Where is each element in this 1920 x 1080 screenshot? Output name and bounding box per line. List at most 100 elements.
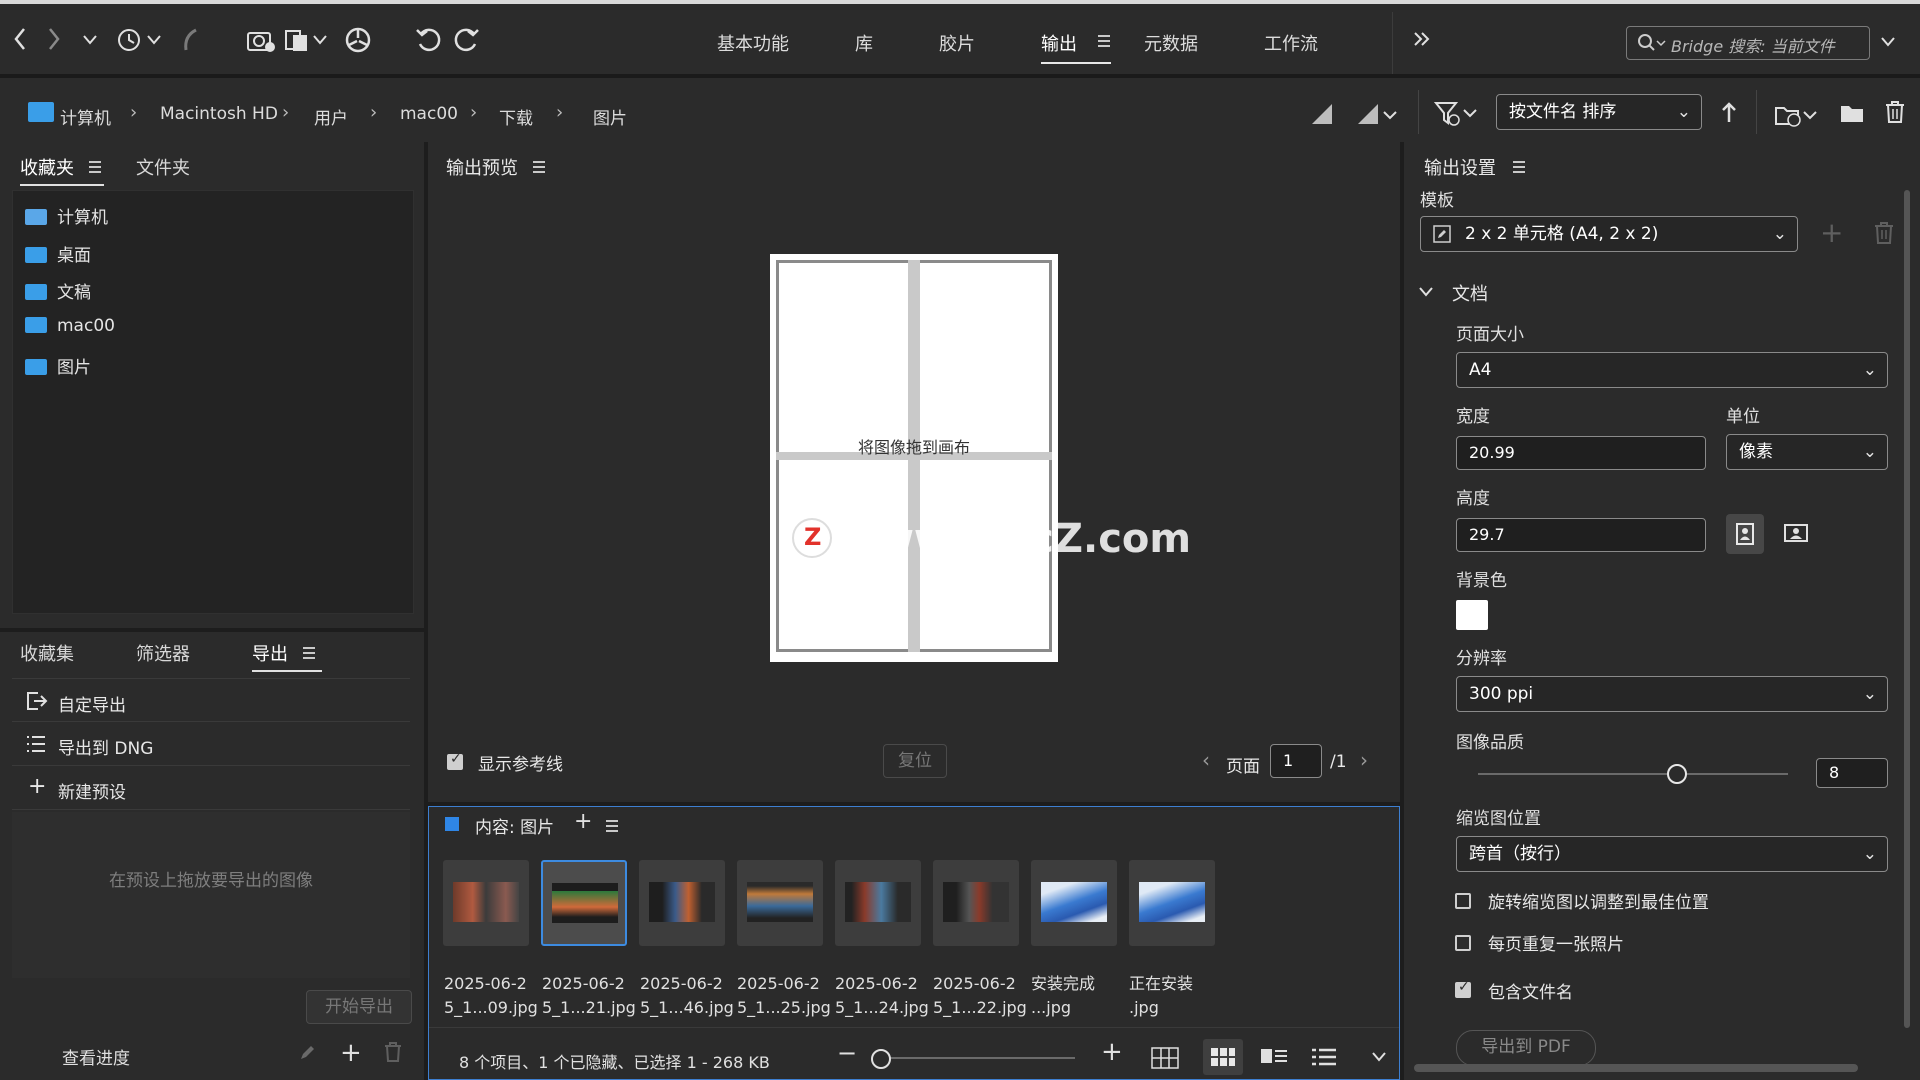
quality-icon[interactable] <box>1310 102 1334 126</box>
tab-filmstrip[interactable]: 胶片 <box>939 30 975 56</box>
tab-workflow[interactable]: 工作流 <box>1264 30 1318 56</box>
thumbnail-label[interactable]: 2025-06-2 5_1...22.jpg <box>933 972 1027 1020</box>
resolution-dropdown[interactable]: 300 ppi ⌄ <box>1456 676 1888 712</box>
favorite-desktop[interactable]: 桌面 <box>25 241 91 266</box>
breadcrumb-pictures[interactable]: 图片 <box>593 104 627 129</box>
thumbnail-label[interactable]: 安装完成 ...jpg <box>1031 972 1123 1020</box>
delete-preset-icon[interactable] <box>384 1042 402 1062</box>
delete-template-icon[interactable] <box>1874 222 1894 244</box>
thumbnail[interactable] <box>835 860 921 946</box>
collapse-section-icon[interactable] <box>1418 286 1434 298</box>
favorite-mac00[interactable]: mac00 <box>25 316 115 336</box>
page-size-dropdown[interactable]: A4 ⌄ <box>1456 352 1888 388</box>
repeat-photo-checkbox[interactable] <box>1455 935 1471 951</box>
background-color-swatch[interactable] <box>1456 600 1488 630</box>
thumbnail-label[interactable]: 2025-06-2 5_1...25.jpg <box>737 972 831 1020</box>
rotate-left-icon[interactable] <box>415 26 443 54</box>
export-item-dng[interactable]: 导出到 DNG <box>12 722 410 766</box>
edit-icon[interactable] <box>298 1044 316 1062</box>
tab-essentials[interactable]: 基本功能 <box>717 30 789 56</box>
grid-cell[interactable] <box>776 260 914 456</box>
landscape-orientation-icon[interactable] <box>1784 524 1808 542</box>
tab-collections[interactable]: 收藏集 <box>20 640 74 666</box>
boomerang-icon[interactable] <box>178 26 202 54</box>
thumbnail-view-button[interactable] <box>1203 1039 1243 1075</box>
search-input[interactable]: Bridge 搜索: 当前文件 <box>1626 26 1870 60</box>
image-quality-slider[interactable] <box>1478 773 1788 775</box>
recent-history-icon[interactable] <box>116 26 164 54</box>
template-dropdown[interactable]: 2 x 2 单元格 (A4, 2 x 2) ⌄ <box>1420 216 1798 252</box>
tab-folders[interactable]: 文件夹 <box>136 154 190 180</box>
include-filename-checkbox[interactable] <box>1455 979 1471 998</box>
details-view-icon[interactable] <box>1261 1047 1287 1067</box>
export-item-custom[interactable]: 自定导出 <box>12 678 410 722</box>
show-guides-checkbox[interactable] <box>447 751 463 770</box>
rotate-thumbnails-checkbox[interactable] <box>1455 893 1471 909</box>
rotate-right-icon[interactable] <box>452 26 480 54</box>
slider-handle[interactable] <box>871 1049 891 1069</box>
add-template-icon[interactable]: + <box>1820 216 1843 249</box>
thumbnail[interactable] <box>737 860 823 946</box>
thumbnail[interactable] <box>639 860 725 946</box>
thumbnail-label[interactable]: 正在安装 .jpg <box>1129 972 1221 1020</box>
favorite-computer[interactable]: 计算机 <box>25 203 108 228</box>
camera-raw-icon[interactable] <box>344 26 372 54</box>
thumbnail[interactable] <box>1129 860 1215 946</box>
favorite-documents[interactable]: 文稿 <box>25 278 91 303</box>
tab-filter[interactable]: 筛选器 <box>136 640 190 666</box>
new-preset-item[interactable]: + 新建预设 <box>12 766 410 810</box>
thumbnail[interactable] <box>443 860 529 946</box>
thumbnail[interactable] <box>933 860 1019 946</box>
thumbnail-label[interactable]: 2025-06-2 5_1...46.jpg <box>640 972 734 1020</box>
vertical-scrollbar[interactable] <box>1904 190 1910 1028</box>
new-folder-icon[interactable] <box>1840 102 1864 124</box>
recent-folders-icon[interactable] <box>1774 100 1820 128</box>
trash-icon[interactable] <box>1884 100 1906 124</box>
zoom-out-icon[interactable]: − <box>837 1039 857 1067</box>
breadcrumb-mac00[interactable]: mac00 <box>400 104 458 124</box>
breadcrumb-computer[interactable]: 计算机 <box>60 104 111 129</box>
add-icon[interactable]: + <box>574 809 592 834</box>
breadcrumb-users[interactable]: 用户 <box>314 104 348 129</box>
rating-filter-icon[interactable] <box>1356 102 1400 126</box>
portrait-orientation-button[interactable] <box>1726 514 1764 554</box>
zoom-in-icon[interactable]: + <box>1101 1037 1123 1067</box>
thumbnail-size-slider[interactable] <box>875 1057 1075 1059</box>
panel-menu-icon[interactable] <box>88 160 102 174</box>
panel-menu-icon[interactable] <box>302 646 316 660</box>
back-icon[interactable] <box>12 26 28 52</box>
unit-dropdown[interactable]: 像素 ⌄ <box>1726 434 1888 470</box>
page-number-input[interactable]: 1 <box>1270 744 1322 778</box>
favorite-pictures[interactable]: 图片 <box>25 353 91 378</box>
thumbnail[interactable] <box>1031 860 1117 946</box>
next-page-icon[interactable]: › <box>1360 748 1368 772</box>
grid-lock-icon[interactable] <box>1151 1047 1179 1069</box>
forward-icon[interactable] <box>46 26 62 52</box>
thumbnail-label[interactable]: 2025-06-2 5_1...09.jpg <box>444 972 538 1020</box>
export-pdf-button[interactable]: 导出到 PDF <box>1456 1030 1596 1066</box>
output-canvas-page[interactable]: 将图像拖到画布 <box>770 254 1058 662</box>
tab-libraries[interactable]: 库 <box>855 30 873 56</box>
view-progress-link[interactable]: 查看进度 <box>62 1044 130 1069</box>
image-quality-input[interactable]: 8 <box>1816 758 1888 788</box>
height-input[interactable]: 29.7 <box>1456 518 1706 552</box>
width-input[interactable]: 20.99 <box>1456 436 1706 470</box>
list-view-icon[interactable] <box>1311 1047 1337 1067</box>
camera-import-icon[interactable] <box>246 26 276 54</box>
refine-icon[interactable] <box>284 26 332 54</box>
panel-menu-icon[interactable] <box>605 819 619 833</box>
breadcrumb-macintosh-hd[interactable]: Macintosh HD <box>160 104 278 124</box>
add-preset-icon[interactable]: + <box>340 1038 362 1068</box>
prev-page-icon[interactable]: ‹ <box>1202 748 1210 772</box>
chevron-down-icon[interactable] <box>82 34 98 46</box>
export-drop-zone[interactable]: 在预设上拖放要导出的图像 <box>12 812 410 978</box>
thumbnail-position-dropdown[interactable]: 跨首（按行） ⌄ <box>1456 836 1888 872</box>
sort-ascending-icon[interactable] <box>1720 100 1738 124</box>
breadcrumb-downloads[interactable]: 下载 <box>499 104 533 129</box>
grid-cell[interactable] <box>914 260 1052 456</box>
panel-menu-icon[interactable] <box>532 160 546 174</box>
search-options-chevron-icon[interactable] <box>1880 36 1896 48</box>
more-workspaces-icon[interactable] <box>1412 30 1432 48</box>
thumbnail-label[interactable]: 2025-06-2 5_1...21.jpg <box>542 972 636 1020</box>
filter-items-icon[interactable] <box>1434 100 1480 128</box>
